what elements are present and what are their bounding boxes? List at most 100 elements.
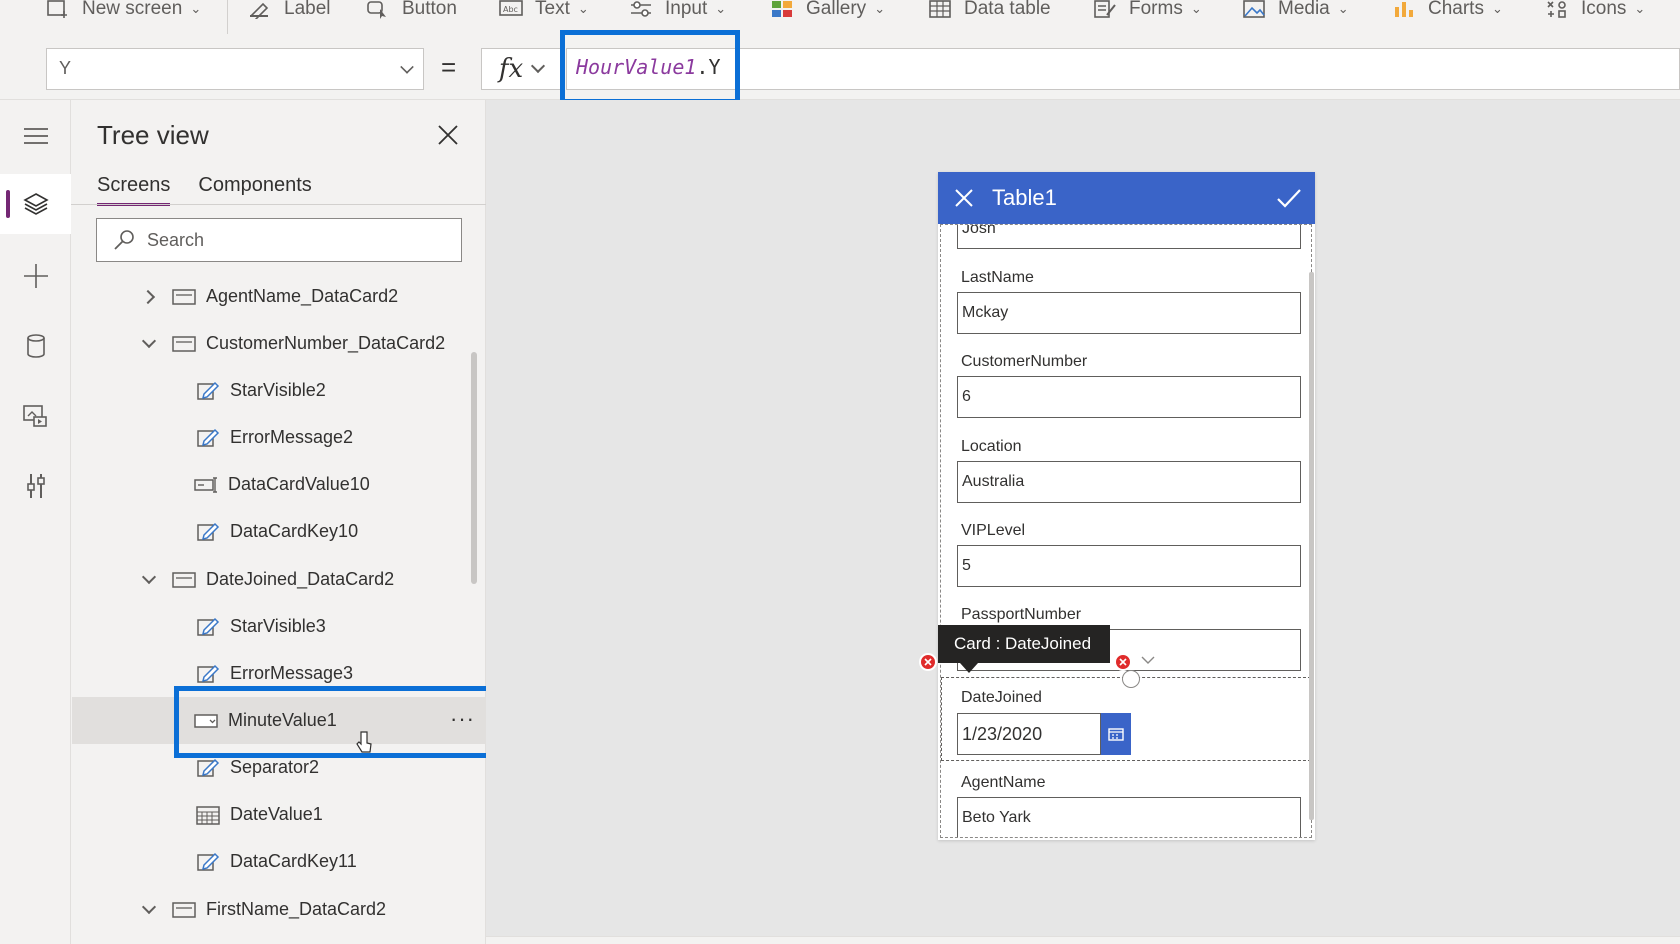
card-icon: [172, 901, 196, 918]
tree-node[interactable]: DateJoined_DataCard2: [142, 556, 394, 603]
text-button[interactable]: Abc Text ⌄: [499, 0, 589, 26]
forms-button-label: Forms: [1129, 0, 1183, 19]
customernumber-label: CustomerNumber: [961, 353, 1088, 370]
equals-sign: =: [441, 52, 457, 82]
tree-node[interactable]: DataCardValue10: [194, 461, 370, 508]
error-x-icon[interactable]: [919, 653, 937, 671]
checkmark-icon[interactable]: [1276, 187, 1302, 209]
fx-button[interactable]: fx: [481, 48, 561, 90]
calendar-button[interactable]: [1101, 713, 1131, 755]
agentname-input[interactable]: Beto Yark: [957, 797, 1301, 837]
edit-icon: [197, 428, 220, 447]
database-icon: [26, 334, 45, 358]
chevron-down-icon[interactable]: [142, 903, 156, 917]
card-tooltip: Card : DateJoined: [938, 625, 1110, 663]
error-x-icon[interactable]: [1114, 653, 1132, 671]
chevron-down-icon: ⌄: [577, 1, 589, 16]
agentname-label: AgentName: [961, 774, 1046, 791]
gallery-button[interactable]: Gallery ⌄: [770, 0, 885, 26]
calendar-icon: [1108, 728, 1124, 741]
card-icon: [172, 571, 196, 588]
label-button[interactable]: Label: [248, 0, 331, 26]
media-library-icon: [22, 405, 47, 427]
plus-icon: [23, 264, 48, 288]
tree-node[interactable]: ErrorMessage2: [196, 414, 353, 461]
tree-node[interactable]: Separator2: [196, 744, 319, 791]
viplevel-input[interactable]: 5: [957, 545, 1301, 587]
tree-node-label: DataCardKey10: [230, 521, 359, 541]
text-input-icon: [194, 476, 217, 493]
formula-highlight-box: [560, 30, 740, 104]
input-button[interactable]: Input ⌄: [629, 0, 726, 26]
tree-node[interactable]: DataCardKey11: [196, 838, 357, 885]
charts-icon: [1395, 2, 1413, 17]
tree-node[interactable]: CustomerNumber_DataCard2: [142, 320, 445, 367]
tree-node[interactable]: StarVisible3: [196, 603, 326, 650]
form-scrollbar[interactable]: [1309, 272, 1314, 820]
data-button[interactable]: [0, 316, 71, 376]
search-input[interactable]: Search: [96, 218, 462, 262]
edit-form[interactable]: Table1 Josh LastName Mckay CustomerNumbe…: [938, 172, 1315, 840]
chevron-down-icon: [400, 60, 414, 74]
property-dropdown[interactable]: Y: [46, 48, 424, 90]
chevron-down-icon[interactable]: [142, 337, 156, 351]
customernumber-input[interactable]: 6: [957, 376, 1301, 418]
datejoined-input[interactable]: 1/23/2020: [957, 713, 1101, 755]
input-icon: [631, 1, 651, 17]
tree-scrollbar[interactable]: [471, 352, 477, 584]
tree-node[interactable]: StarVisible2: [196, 367, 326, 414]
tree-node[interactable]: AgentName_DataCard2: [142, 273, 398, 320]
close-icon[interactable]: [954, 188, 974, 208]
firstname-input[interactable]: Josh: [957, 225, 1301, 249]
chevron-down-icon: ⌄: [874, 1, 886, 16]
forms-button[interactable]: Forms ⌄: [1093, 0, 1202, 26]
charts-button[interactable]: Charts ⌄: [1392, 0, 1503, 26]
gallery-icon: [772, 1, 792, 17]
passportnumber-label: PassportNumber: [961, 606, 1082, 623]
icons-button[interactable]: Icons ⌄: [1545, 0, 1645, 26]
hamburger-menu-button[interactable]: [0, 106, 71, 166]
edit-icon: [197, 852, 220, 871]
lastname-label: LastName: [961, 269, 1034, 286]
input-button-label: Input: [665, 0, 708, 19]
media-button[interactable]: Media ⌄: [1242, 0, 1349, 26]
button-icon: [367, 1, 386, 19]
new-screen-button[interactable]: New screen ⌄: [46, 0, 201, 26]
tree-node-label: CustomerNumber_DataCard2: [206, 333, 446, 353]
location-input[interactable]: Australia: [957, 461, 1301, 503]
chevron-down-icon: ⌄: [715, 1, 727, 16]
canvas-status-bar: [486, 936, 1680, 944]
tree-node[interactable]: FirstName_DataCard2: [142, 886, 386, 933]
resize-handle[interactable]: [1122, 670, 1140, 688]
data-table-button[interactable]: Data table: [928, 0, 1051, 26]
chevron-down-icon: [531, 58, 546, 74]
tree-view-button[interactable]: [0, 174, 71, 234]
tab-screens[interactable]: Screens: [97, 174, 171, 206]
tree-node-label: StarVisible2: [230, 380, 326, 400]
property-value: Y: [59, 58, 72, 78]
tree-node-label: AgentName_DataCard2: [206, 286, 399, 306]
tab-components[interactable]: Components: [198, 174, 311, 206]
insert-button[interactable]: [0, 246, 71, 306]
data-table-button-label: Data table: [964, 0, 1051, 19]
media-rail-button[interactable]: [0, 386, 71, 446]
tree-node[interactable]: DateValue1: [196, 791, 323, 838]
chevron-down-icon[interactable]: [142, 573, 156, 587]
chevron-down-icon: ⌄: [1337, 1, 1349, 16]
chevron-right-icon[interactable]: [142, 290, 156, 304]
chevron-down-icon: ⌄: [1491, 1, 1503, 16]
insert-ribbon: New screen ⌄ Label Button Abc Text ⌄ Inp…: [0, 0, 1680, 34]
chevron-down-icon: ⌄: [1190, 1, 1202, 16]
close-icon[interactable]: [435, 122, 461, 148]
viplevel-label: VIPLevel: [961, 522, 1026, 539]
lastname-input[interactable]: Mckay: [957, 292, 1301, 334]
card-icon: [172, 335, 196, 352]
button-button[interactable]: Button: [366, 0, 457, 26]
edit-icon: [197, 617, 220, 636]
chevron-down-icon: ⌄: [1634, 1, 1646, 16]
ribbon-separator: [227, 0, 228, 34]
hamburger-icon: [23, 128, 48, 144]
advanced-tools-button[interactable]: [0, 456, 71, 516]
tree-node[interactable]: DataCardKey10: [196, 508, 358, 555]
layers-icon: [22, 193, 49, 215]
